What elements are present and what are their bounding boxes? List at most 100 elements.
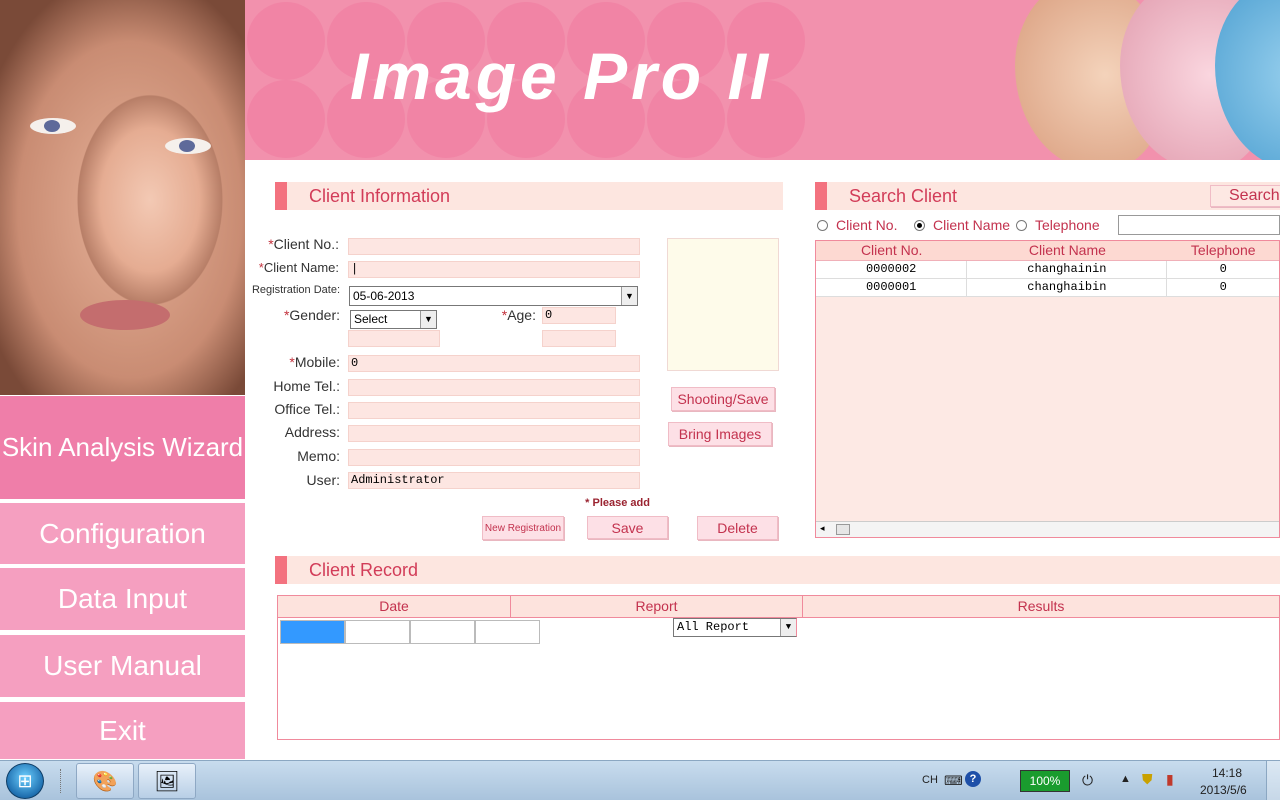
bring-images-button[interactable]: Bring Images [668, 422, 772, 446]
chevron-down-icon[interactable]: ▼ [420, 311, 436, 328]
search-input[interactable] [1118, 215, 1280, 235]
windows-taskbar: ⊞ 🎨 🖼 CH ⌨ ? 100% ⏻ ▲ ⛊ ▮ 14:18 2013/5/6 [0, 760, 1280, 800]
table-row[interactable]: 0000001 changhaibin 0 [816, 279, 1279, 297]
power-plug-icon[interactable]: ⏻ [1082, 772, 1093, 789]
column-report[interactable]: Report All Report ▼ [511, 596, 803, 637]
clock-time[interactable]: 14:18 [1212, 766, 1242, 780]
section-bar [815, 182, 827, 210]
radio-client-name[interactable]: Client Name [914, 217, 1010, 233]
report-filter-select[interactable]: All Report ▼ [673, 618, 797, 637]
nav-configuration[interactable]: Configuration [0, 503, 245, 565]
age-field[interactable]: 0 [542, 307, 616, 324]
gender-extra-field[interactable] [348, 330, 440, 347]
label-text: Client Name: [263, 260, 339, 275]
gender-value: Select [354, 312, 388, 326]
column-header[interactable]: Telephone [1167, 241, 1279, 260]
report-filter-value: All Report [677, 620, 750, 634]
radio-client-no[interactable]: Client No. [817, 217, 897, 233]
header-decor-circle [247, 2, 325, 80]
label-user: User: [306, 472, 340, 488]
cell-client-name: changhainin [967, 261, 1168, 278]
radio-telephone[interactable]: Telephone [1016, 217, 1100, 233]
save-button[interactable]: Save [587, 516, 668, 539]
show-desktop-button[interactable] [1266, 761, 1280, 800]
radio-label: Client Name [933, 217, 1011, 233]
record-cell[interactable] [345, 620, 410, 644]
model-photo [0, 0, 245, 395]
client-record-title: Client Record [309, 559, 419, 580]
show-hidden-icons-icon[interactable]: ▲ [1120, 773, 1131, 785]
registration-date-picker[interactable]: 05-06-2013 ▼ [349, 286, 638, 306]
radio-circle[interactable] [1016, 219, 1027, 231]
label-client-no: *Client No.: [255, 236, 339, 252]
lips [80, 300, 170, 330]
radio-label: Client No. [836, 217, 898, 233]
radio-label: Telephone [1035, 217, 1100, 233]
chevron-down-icon[interactable]: ▼ [621, 287, 637, 305]
age-extra-field[interactable] [542, 330, 616, 347]
delete-button[interactable]: Delete [697, 516, 778, 540]
cell-client-name: changhaibin [967, 279, 1168, 296]
chevron-down-icon[interactable]: ▼ [780, 619, 796, 636]
client-info-header: Client Information [275, 182, 783, 210]
mobile-field[interactable]: 0 [348, 355, 640, 372]
nav-data-input[interactable]: Data Input [0, 568, 245, 631]
scroll-thumb[interactable] [836, 524, 850, 535]
label-text: Gender: [289, 307, 340, 323]
section-bar [275, 182, 287, 210]
please-add-note: * Please add [585, 497, 650, 509]
label-gender: *Gender: [270, 307, 340, 323]
column-results[interactable]: Results [803, 596, 1279, 617]
column-date[interactable]: Date [278, 596, 511, 617]
label-text: Client No.: [273, 236, 339, 252]
column-header[interactable]: Client No. [816, 241, 967, 260]
record-cell[interactable] [475, 620, 540, 644]
nav-user-manual[interactable]: User Manual [0, 635, 245, 698]
app-header: Image Pro II [245, 0, 1280, 160]
table-row[interactable]: 0000002 changhainin 0 [816, 261, 1279, 279]
battery-indicator[interactable]: 100% [1020, 770, 1070, 792]
keyboard-icon[interactable]: ⌨ [944, 773, 963, 789]
nav-skin-analysis-wizard[interactable]: Skin Analysis Wizard [0, 396, 245, 500]
start-button-icon[interactable]: ⊞ [6, 763, 44, 799]
record-header: Date Report All Report ▼ Results [278, 596, 1279, 637]
cell-client-no: 0000002 [816, 261, 968, 278]
header-decor-circle [247, 80, 325, 158]
home-tel-field[interactable] [348, 379, 640, 396]
radio-circle-selected[interactable] [914, 219, 925, 231]
security-shield-icon[interactable]: ⛊ [1142, 771, 1153, 788]
search-client-title: Search Client [849, 185, 958, 206]
column-header[interactable]: Client Name [967, 241, 1167, 260]
client-name-field[interactable]: | [348, 261, 640, 278]
new-registration-button[interactable]: New Registration [482, 516, 564, 540]
record-cell-selected[interactable] [280, 620, 345, 644]
client-search-results: Client No. Client Name Telephone 0000002… [815, 240, 1280, 538]
label-text: Age: [507, 307, 536, 323]
scroll-left-icon[interactable]: ◂ [820, 523, 825, 534]
client-record-table: Date Report All Report ▼ Results [277, 595, 1280, 740]
language-indicator[interactable]: CH [922, 774, 938, 786]
registration-date-value: 05-06-2013 [353, 289, 415, 303]
taskbar-grip[interactable] [60, 769, 63, 793]
search-button[interactable]: Search [1210, 185, 1280, 207]
cell-telephone: 0 [1219, 262, 1227, 276]
label-address: Address: [284, 424, 340, 440]
horizontal-scrollbar[interactable]: ◂ [816, 521, 1279, 537]
client-no-field[interactable] [348, 238, 640, 255]
record-cell[interactable] [410, 620, 475, 644]
radio-circle[interactable] [817, 219, 828, 231]
network-status-icon[interactable]: ▮ [1166, 771, 1174, 788]
paint-app-icon[interactable]: 🎨 [76, 763, 134, 799]
clock-date[interactable]: 2013/5/6 [1200, 783, 1247, 797]
nav-exit[interactable]: Exit [0, 702, 245, 760]
results-header: Client No. Client Name Telephone [816, 241, 1279, 261]
memo-field[interactable] [348, 449, 640, 466]
office-tel-field[interactable] [348, 402, 640, 419]
address-field[interactable] [348, 425, 640, 442]
image-pro-app-icon[interactable]: 🖼 [138, 763, 196, 799]
client-record-header: Client Record [275, 556, 1280, 584]
cell-telephone: 0 [1219, 280, 1227, 294]
shooting-save-button[interactable]: Shooting/Save [671, 387, 775, 411]
gender-select[interactable]: Select ▼ [350, 310, 437, 329]
help-icon[interactable]: ? [965, 771, 981, 787]
